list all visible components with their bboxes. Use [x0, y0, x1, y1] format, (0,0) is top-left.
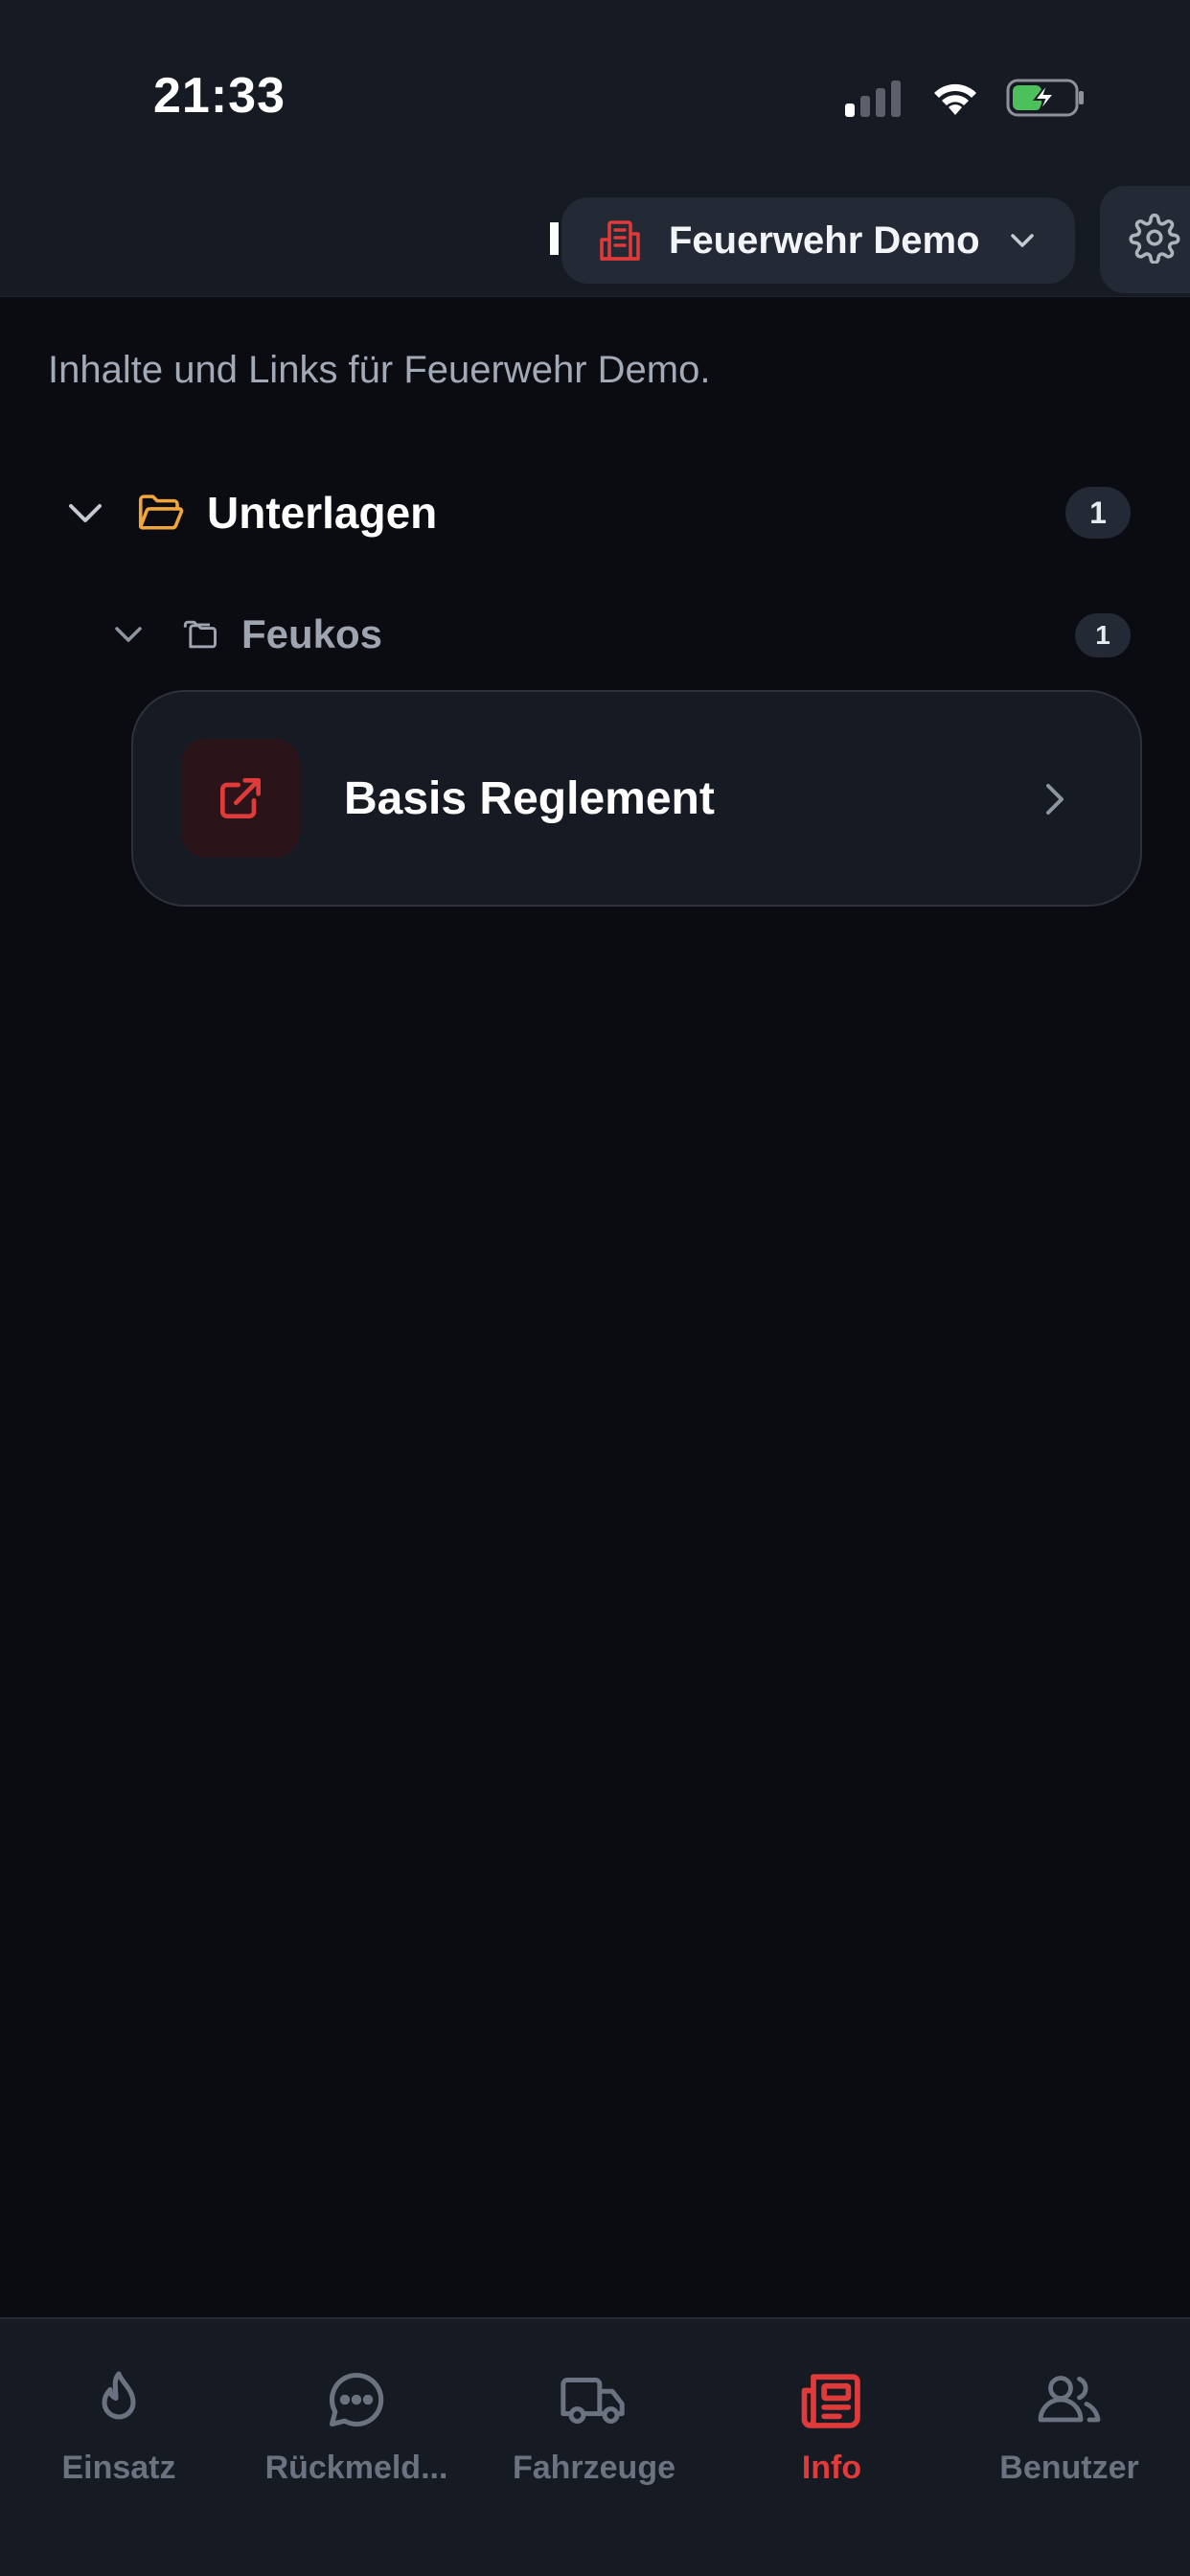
tab-label: Rückmeld... — [264, 2450, 448, 2486]
intro-text: Inhalte und Links für Feuerwehr Demo. — [48, 349, 711, 391]
tab-label: Info — [801, 2450, 862, 2486]
link-title: Basis Reglement — [344, 772, 715, 824]
signal-icon — [845, 80, 901, 117]
truck-icon — [556, 2361, 632, 2438]
status-time: 21:33 — [153, 68, 286, 124]
text-cursor — [550, 222, 559, 255]
tab-einsatz[interactable]: Einsatz — [0, 2361, 238, 2505]
chevron-down-icon[interactable] — [107, 613, 149, 656]
building-icon — [596, 217, 644, 264]
folders-icon — [178, 613, 220, 656]
link-card-basis-reglement[interactable]: Basis Reglement — [131, 690, 1142, 907]
gear-icon — [1129, 212, 1180, 268]
flame-icon — [80, 2361, 157, 2438]
chat-bubble-icon — [318, 2361, 395, 2438]
users-icon — [1031, 2361, 1108, 2438]
subfolder-feukos[interactable]: Feukos 1 — [107, 606, 1131, 663]
tab-fahrzeuge[interactable]: Fahrzeuge — [475, 2361, 713, 2505]
settings-button[interactable] — [1100, 186, 1190, 293]
header: 21:33 Feuerwehr Demo — [0, 0, 1190, 297]
subfolder-title: Feukos — [241, 611, 383, 656]
tab-rueckmeldungen[interactable]: Rückmeld... — [238, 2361, 475, 2505]
external-link-icon — [181, 739, 300, 858]
organization-name: Feuerwehr Demo — [669, 218, 980, 262]
tab-label: Einsatz — [61, 2450, 176, 2486]
tab-bar: Einsatz Rückmeld... Fahrzeuge Info Benut… — [0, 2317, 1190, 2576]
tab-info[interactable]: Info — [713, 2361, 950, 2505]
newspaper-icon — [793, 2361, 870, 2438]
folder-unterlagen[interactable]: Unterlagen 1 — [59, 479, 1131, 546]
chevron-down-icon[interactable] — [59, 487, 111, 539]
status-icons — [843, 69, 1085, 126]
count-badge: 1 — [1075, 613, 1131, 657]
tab-label: Benutzer — [999, 2450, 1139, 2486]
battery-charging-icon — [1006, 79, 1084, 117]
tab-benutzer[interactable]: Benutzer — [950, 2361, 1188, 2505]
chevron-right-icon — [1027, 772, 1081, 826]
tab-label: Fahrzeuge — [512, 2450, 676, 2486]
folder-title: Unterlagen — [207, 488, 438, 538]
chevron-down-icon — [1005, 223, 1040, 258]
screen: 21:33 Feuerwehr Demo Inhalte und Links f… — [0, 0, 1190, 2576]
folder-open-icon — [134, 487, 186, 539]
organization-selector[interactable]: Feuerwehr Demo — [561, 197, 1075, 284]
count-badge: 1 — [1065, 487, 1131, 539]
wifi-icon — [934, 83, 976, 115]
